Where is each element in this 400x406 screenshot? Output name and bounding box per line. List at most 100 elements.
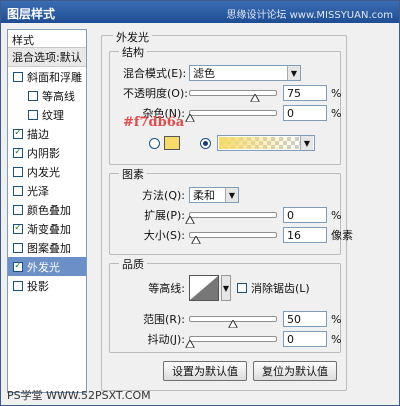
gradient-radio[interactable] xyxy=(200,137,211,149)
chevron-down-icon: ▼ xyxy=(300,136,313,150)
blend-mode-value: 滤色 xyxy=(193,67,215,80)
noise-slider-thumb[interactable] xyxy=(185,114,195,122)
watermark-bottom: PS学堂 WWW.52PSXT.COM xyxy=(7,389,151,402)
style-item-label: 描边 xyxy=(27,127,49,141)
style-item-checkbox[interactable] xyxy=(28,90,38,101)
style-item-checkbox[interactable] xyxy=(13,71,23,82)
style-item-checkbox[interactable] xyxy=(13,204,23,215)
solid-color-radio[interactable] xyxy=(149,137,160,149)
styles-list: 样式 混合选项:默认 斜面和浮雕等高线纹理 ✓ 描边 ✓ 内阴影内发光光泽颜色叠加 ✓ 渐变… xyxy=(7,29,87,393)
method-select[interactable]: 柔和 ▼ xyxy=(189,187,239,203)
noise-input[interactable]: 0 xyxy=(283,105,327,121)
style-item[interactable]: 内发光 xyxy=(8,162,86,181)
style-item-checkbox[interactable]: ✓ xyxy=(13,147,23,158)
style-item[interactable]: ✓ 描边 xyxy=(8,124,86,143)
style-item-label: 斜面和浮雕 xyxy=(27,70,82,84)
structure-title: 结构 xyxy=(119,44,147,60)
spread-label: 扩展(P): xyxy=(144,209,185,222)
style-item-checkbox[interactable] xyxy=(13,166,23,177)
style-item-checkbox[interactable] xyxy=(28,109,38,120)
method-label: 方法(Q): xyxy=(142,189,185,202)
elements-title: 图素 xyxy=(119,166,147,182)
style-item[interactable]: ✓ 内阴影 xyxy=(8,143,86,162)
style-item-checkbox[interactable]: ✓ xyxy=(13,223,23,234)
jitter-input[interactable]: 0 xyxy=(283,331,327,347)
opacity-unit: % xyxy=(331,86,342,100)
spread-slider[interactable] xyxy=(185,212,277,224)
size-input[interactable]: 16 xyxy=(283,227,327,243)
style-item-label: 渐变叠加 xyxy=(27,222,71,236)
style-item-label: 外发光 xyxy=(27,260,60,274)
style-item-checkbox[interactable] xyxy=(13,185,23,196)
glow-color-swatch[interactable] xyxy=(164,136,180,150)
layer-style-dialog: 图层样式 思缘设计论坛 www.MISSYUAN.com 样式 混合选项:默认 … xyxy=(0,0,400,406)
style-item-checkbox[interactable]: ✓ xyxy=(13,128,23,139)
style-item-label: 内阴影 xyxy=(27,146,60,160)
style-item-label: 光泽 xyxy=(27,184,49,198)
style-item-label: 纹理 xyxy=(42,108,64,122)
dialog-title: 图层样式 xyxy=(7,7,56,21)
style-item[interactable]: 颜色叠加 xyxy=(8,200,86,219)
style-item[interactable]: 等高线 xyxy=(8,86,86,105)
style-item[interactable]: ✓ 外发光 xyxy=(8,257,86,276)
opacity-slider[interactable] xyxy=(189,90,277,102)
chevron-down-icon[interactable]: ▼ xyxy=(221,275,231,301)
size-slider[interactable] xyxy=(189,232,277,244)
reset-default-button[interactable]: 复位为默认值 xyxy=(253,361,337,381)
method-value: 柔和 xyxy=(193,189,215,202)
opacity-input[interactable]: 75 xyxy=(283,85,327,101)
opacity-slider-thumb[interactable] xyxy=(250,94,259,102)
size-unit: 像素 xyxy=(331,229,353,242)
style-item-label: 投影 xyxy=(27,279,49,293)
style-item-label: 颜色叠加 xyxy=(27,203,71,217)
jitter-label: 抖动(J): xyxy=(147,333,185,346)
size-label: 大小(S): xyxy=(143,229,185,242)
contour-linear-icon xyxy=(190,276,218,300)
range-slider[interactable] xyxy=(189,316,277,328)
noise-slider[interactable] xyxy=(185,110,277,122)
contour-preview[interactable] xyxy=(189,275,219,301)
spread-unit: % xyxy=(331,208,342,222)
gradient-preview xyxy=(219,137,300,149)
range-unit: % xyxy=(331,312,342,326)
style-item-label: 等高线 xyxy=(42,89,75,103)
set-default-button[interactable]: 设置为默认值 xyxy=(163,361,247,381)
noise-unit: % xyxy=(331,106,342,120)
outer-glow-panel: 外发光 结构 混合模式(E): 滤色 ▼ 不透明度(O): 75 % 杂色(N)… xyxy=(101,29,353,393)
jitter-slider-thumb[interactable] xyxy=(185,340,195,348)
spread-input[interactable]: 0 xyxy=(283,207,327,223)
opacity-label: 不透明度(O): xyxy=(123,87,188,100)
quality-title: 品质 xyxy=(119,256,147,272)
style-item[interactable]: 纹理 xyxy=(8,105,86,124)
range-input[interactable]: 50 xyxy=(283,311,327,327)
blend-mode-select[interactable]: 滤色 ▼ xyxy=(189,65,301,81)
blend-mode-label: 混合模式(E): xyxy=(123,67,187,80)
blending-options-item[interactable]: 混合选项:默认 xyxy=(8,48,86,67)
style-item-checkbox[interactable] xyxy=(13,242,23,253)
style-item[interactable]: 斜面和浮雕 xyxy=(8,67,86,86)
style-item-label: 图案叠加 xyxy=(27,241,71,255)
style-item[interactable]: 投影 xyxy=(8,276,86,295)
range-slider-thumb[interactable] xyxy=(228,320,238,328)
range-label: 范围(R): xyxy=(143,313,185,326)
outer-glow-title: 外发光 xyxy=(113,29,152,45)
chevron-down-icon: ▼ xyxy=(287,66,300,80)
style-item[interactable]: 光泽 xyxy=(8,181,86,200)
antialias-checkbox[interactable] xyxy=(237,283,247,293)
antialias-label: 消除锯齿(L) xyxy=(251,282,310,295)
chevron-down-icon: ▼ xyxy=(225,188,238,202)
styles-header[interactable]: 样式 xyxy=(8,30,86,48)
style-item-checkbox[interactable] xyxy=(13,280,23,291)
size-slider-thumb[interactable] xyxy=(191,236,200,244)
style-item-checkbox[interactable]: ✓ xyxy=(13,261,23,272)
gradient-picker[interactable]: ▼ xyxy=(217,135,315,151)
contour-label: 等高线: xyxy=(148,282,185,295)
jitter-unit: % xyxy=(331,332,342,346)
style-item-label: 内发光 xyxy=(27,165,60,179)
watermark-top: 思缘设计论坛 www.MISSYUAN.com xyxy=(226,10,393,21)
style-item[interactable]: 图案叠加 xyxy=(8,238,86,257)
style-item[interactable]: ✓ 渐变叠加 xyxy=(8,219,86,238)
spread-slider-thumb[interactable] xyxy=(185,216,195,224)
jitter-slider[interactable] xyxy=(185,336,277,348)
hex-color-annotation: #f7db6a xyxy=(123,115,185,130)
